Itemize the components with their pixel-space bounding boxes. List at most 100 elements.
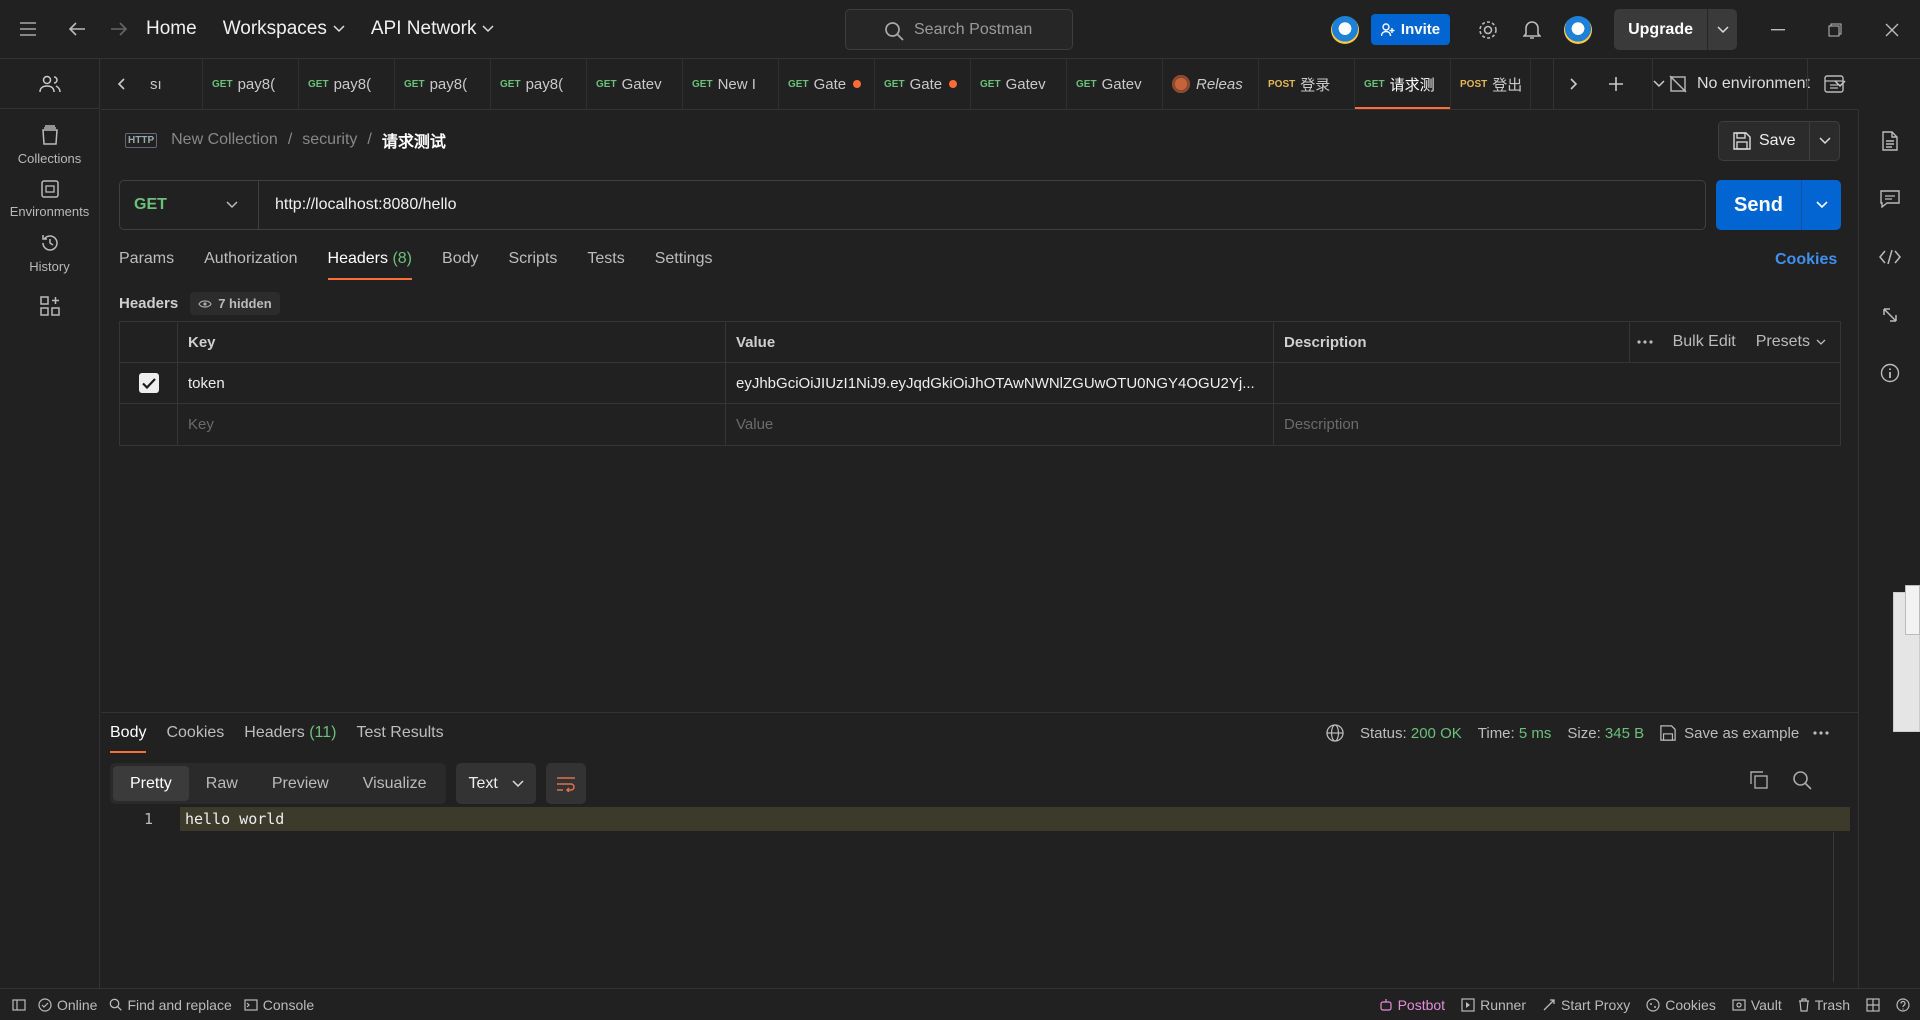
save-as-example-button[interactable]: Save as example [1660, 725, 1799, 742]
tab-request[interactable]: GET 请求测 [1355, 59, 1451, 109]
tab-authorization[interactable]: Authorization [204, 250, 297, 280]
tab-request[interactable]: sı [141, 59, 203, 109]
upgrade-button[interactable]: Upgrade [1614, 9, 1737, 50]
url-input[interactable]: http://localhost:8080/hello [259, 196, 456, 214]
tab-request[interactable]: GET pay8( [491, 59, 587, 109]
sidebar-item-environments[interactable]: Environments [0, 180, 99, 219]
invite-button[interactable]: Invite [1370, 14, 1451, 45]
find-and-replace-button[interactable]: Find and replace [109, 997, 232, 1013]
tab-request[interactable]: GET New I [683, 59, 779, 109]
response-format-select[interactable]: Text [456, 763, 536, 804]
hidden-headers-toggle[interactable]: 7 hidden [190, 292, 280, 315]
tab-request[interactable]: GET Gate [875, 59, 971, 109]
tab-request[interactable]: GET pay8( [203, 59, 299, 109]
help-icon[interactable] [1896, 997, 1910, 1012]
word-wrap-icon[interactable] [545, 763, 586, 804]
info-icon[interactable] [1859, 344, 1920, 402]
postbot-button[interactable]: Postbot [1379, 997, 1445, 1013]
tab-tests[interactable]: Tests [587, 250, 624, 280]
save-button[interactable]: Save [1718, 121, 1841, 161]
globe-icon[interactable] [1326, 724, 1344, 742]
layout-grid-icon[interactable] [1866, 997, 1880, 1012]
status-info[interactable]: Status: 200 OK [1360, 725, 1462, 742]
tab-body[interactable]: Body [442, 250, 478, 280]
bulk-edit-button[interactable]: Bulk Edit [1673, 333, 1736, 351]
header-value-field[interactable]: eyJhbGciOiJIUzI1NiJ9.eyJqdGkiOiJhOTAwNWN… [726, 363, 1274, 403]
tab-request[interactable]: Releas [1163, 59, 1259, 109]
tab-request[interactable]: GET Gate [779, 59, 875, 109]
time-info[interactable]: Time: 5 ms [1478, 725, 1552, 742]
save-options-chevron-icon[interactable] [1809, 122, 1839, 160]
documentation-icon[interactable] [1859, 112, 1920, 170]
trash-button[interactable]: Trash [1798, 997, 1850, 1013]
start-proxy-button[interactable]: Start Proxy [1542, 997, 1630, 1013]
tab-scripts[interactable]: Scripts [508, 250, 557, 280]
size-info[interactable]: Size: 345 B [1567, 725, 1644, 742]
tab-request[interactable]: GET Gatev [971, 59, 1067, 109]
tab-request[interactable]: GET pay8( [395, 59, 491, 109]
tab-params[interactable]: Params [119, 250, 174, 280]
tab-request[interactable]: GET Gatev [587, 59, 683, 109]
vault-button[interactable]: Vault [1732, 997, 1782, 1013]
breadcrumb-folder[interactable]: security [302, 131, 357, 149]
new-header-description-input[interactable]: Description [1274, 404, 1840, 445]
tabs-scroll-left-icon[interactable] [101, 59, 141, 109]
header-description-field[interactable] [1274, 363, 1840, 403]
console-button[interactable]: Console [244, 997, 314, 1013]
tab-headers[interactable]: Headers (8) [327, 250, 412, 280]
send-options-chevron-icon[interactable] [1801, 180, 1841, 230]
tab-request[interactable]: POST 登出 [1451, 59, 1531, 109]
environment-quick-look-icon[interactable] [1807, 59, 1859, 109]
chevron-down-icon[interactable] [1707, 9, 1737, 50]
user-avatar-icon[interactable] [1564, 15, 1593, 44]
new-header-value-input[interactable]: Value [726, 404, 1274, 445]
request-name[interactable]: 请求测试 [382, 128, 446, 152]
cookies-link[interactable]: Cookies [1775, 251, 1837, 269]
back-arrow-icon[interactable] [56, 0, 98, 59]
restore-icon[interactable] [1806, 0, 1863, 59]
copy-icon[interactable] [1750, 770, 1768, 790]
api-network-menu[interactable]: API Network [371, 18, 495, 40]
response-scrollbar[interactable] [1833, 832, 1834, 982]
related-collections-icon[interactable] [1859, 286, 1920, 344]
new-tab-plus-icon[interactable] [1593, 59, 1639, 109]
toggle-sidebar-icon[interactable] [12, 998, 26, 1011]
view-raw[interactable]: Raw [189, 766, 255, 801]
more-options-icon[interactable] [1813, 731, 1829, 735]
view-preview[interactable]: Preview [255, 766, 346, 801]
close-icon[interactable] [1863, 0, 1920, 59]
header-enabled-checkbox[interactable] [138, 373, 159, 393]
response-tab-test-results[interactable]: Test Results [356, 724, 443, 753]
online-status[interactable]: Online [38, 997, 97, 1013]
workspace-team-icon[interactable] [0, 59, 99, 109]
workspaces-menu[interactable]: Workspaces [223, 18, 345, 40]
method-select[interactable]: GET [120, 181, 259, 229]
presets-dropdown[interactable]: Presets [1756, 333, 1826, 351]
tab-request[interactable]: POST 登录 [1259, 59, 1355, 109]
forward-arrow-icon[interactable] [98, 0, 140, 59]
cookies-button[interactable]: Cookies [1646, 997, 1716, 1013]
tab-settings[interactable]: Settings [655, 250, 713, 280]
header-key-field[interactable]: token [178, 363, 726, 403]
sidebar-item-configure[interactable] [0, 296, 99, 316]
settings-gear-icon[interactable] [1466, 0, 1510, 59]
search-icon[interactable] [1792, 770, 1812, 790]
more-options-icon[interactable] [1637, 340, 1653, 344]
view-pretty[interactable]: Pretty [113, 766, 189, 801]
runner-button[interactable]: Runner [1461, 997, 1526, 1013]
tab-request[interactable]: GET Gatev [1067, 59, 1163, 109]
notification-bell-icon[interactable] [1510, 0, 1554, 59]
menu-icon[interactable] [0, 0, 56, 59]
new-header-key-input[interactable]: Key [178, 404, 726, 445]
response-body-text[interactable]: hello world [180, 807, 1850, 831]
response-tab-body[interactable]: Body [110, 724, 147, 753]
sidebar-item-history[interactable]: History [0, 233, 99, 274]
breadcrumb-collection[interactable]: New Collection [171, 131, 278, 149]
send-button[interactable]: Send [1716, 180, 1841, 230]
code-snippet-icon[interactable] [1859, 228, 1920, 286]
response-tab-cookies[interactable]: Cookies [166, 724, 224, 753]
response-divider[interactable] [101, 712, 1858, 713]
tab-request[interactable]: GET pay8( [299, 59, 395, 109]
tabs-scroll-right-icon[interactable] [1553, 59, 1593, 109]
view-visualize[interactable]: Visualize [346, 766, 444, 801]
